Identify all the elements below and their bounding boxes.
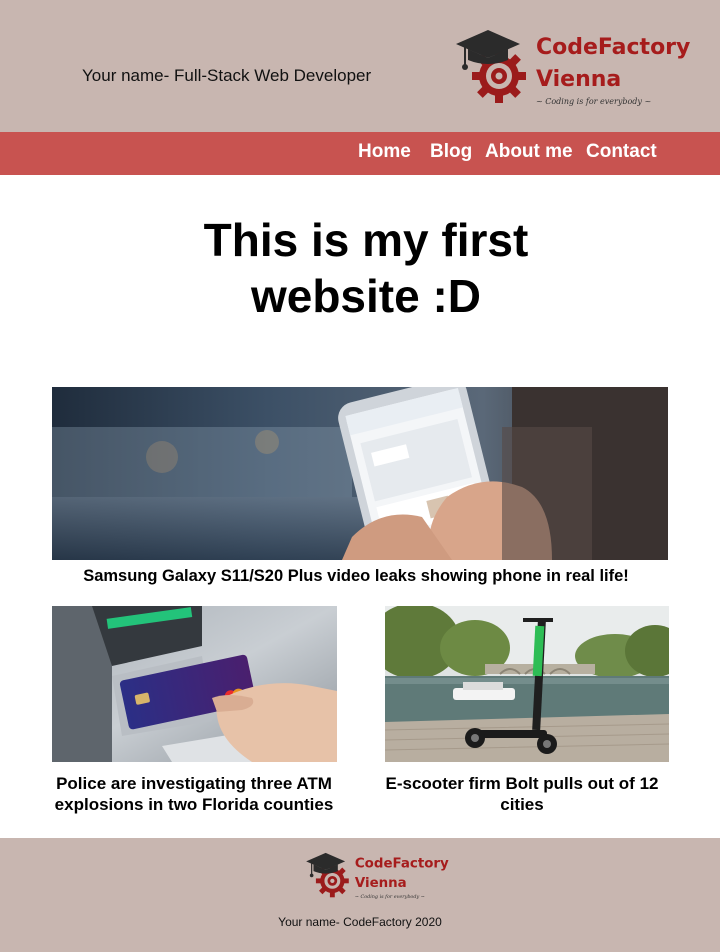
- footer-copyright: Your name- CodeFactory 2020: [278, 915, 442, 929]
- codefactory-logo[interactable]: CodeFactory Vienna ~ Coding is for every…: [454, 22, 694, 114]
- nav-home-link[interactable]: Home: [358, 141, 411, 163]
- site-header: Your name- Full-Stack Web Developer Code…: [0, 0, 720, 132]
- nav-about-link[interactable]: About me: [485, 141, 573, 163]
- footer-logo-tagline: ~ Coding is for everybody ~: [355, 894, 425, 900]
- article-caption-phone: Samsung Galaxy S11/S20 Plus video leaks …: [83, 567, 629, 585]
- nav-blog-link[interactable]: Blog: [430, 141, 472, 163]
- nav-contact-link[interactable]: Contact: [586, 141, 657, 163]
- header-name: Your name- Full-Stack Web Developer: [82, 66, 372, 85]
- footer-logo-text-line2: Vienna: [355, 876, 407, 891]
- logo-tagline: ~ Coding is for everybody ~: [536, 97, 651, 106]
- main-nav: Home Blog About me Contact: [0, 132, 720, 175]
- article-caption-scooter: E-scooter firm Bolt pulls out of 12 citi…: [385, 774, 659, 814]
- hero-title: This is my first website :D: [203, 214, 529, 322]
- article-image-phone[interactable]: [52, 387, 668, 560]
- article-image-scooter[interactable]: [385, 606, 669, 762]
- footer-logo-text-line1: CodeFactory: [355, 856, 449, 871]
- article-caption-atm: Police are investigating three ATM explo…: [54, 774, 334, 814]
- article-image-atm[interactable]: [52, 606, 337, 762]
- footer-codefactory-logo[interactable]: CodeFactory Vienna ~ Coding is for every…: [303, 848, 453, 904]
- logo-text-line2: Vienna: [536, 67, 621, 92]
- logo-text-line1: CodeFactory: [536, 35, 690, 60]
